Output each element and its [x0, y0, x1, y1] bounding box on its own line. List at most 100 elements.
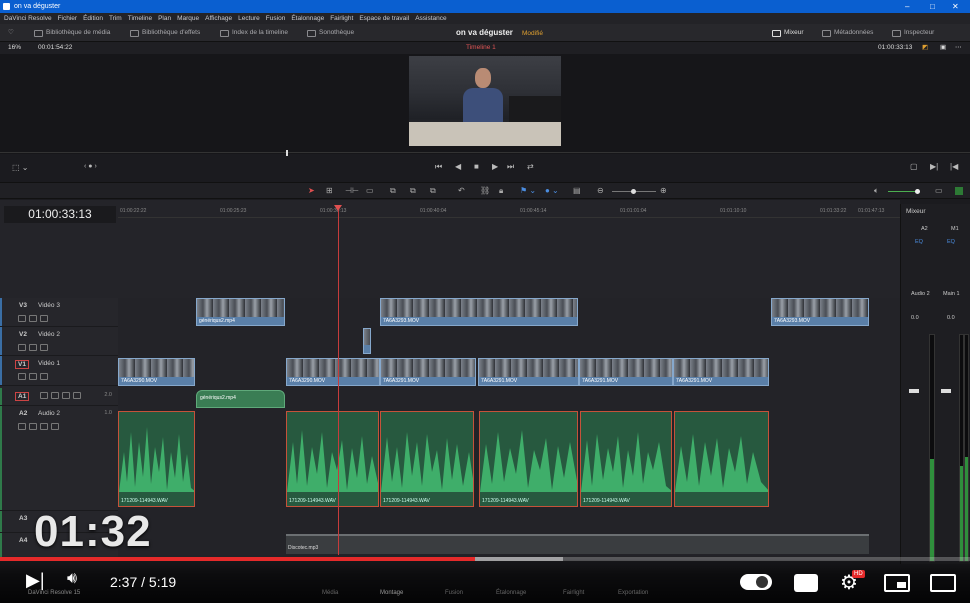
lock-track-icon[interactable] [40, 392, 48, 399]
track-visibility-icon[interactable] [40, 315, 48, 322]
menu-edit[interactable]: Édition [83, 15, 103, 22]
solo-icon[interactable] [62, 392, 70, 399]
track-header-v2[interactable]: V2 Vidéo 2 [0, 327, 118, 356]
volume-knob[interactable] [915, 189, 920, 194]
lock-track-icon[interactable] [18, 373, 26, 380]
menu-file[interactable]: Fichier [58, 15, 78, 22]
menu-timeline[interactable]: Timeline [128, 15, 152, 22]
solo-icon[interactable] [40, 423, 48, 430]
speaker-icon[interactable]: 🔈︎ [874, 186, 879, 196]
auto-select-icon[interactable] [29, 344, 37, 351]
viewer-option-icon[interactable]: ◩ [922, 42, 928, 54]
insert-clip-icon[interactable]: ⧉ [390, 186, 396, 196]
tab-deliver[interactable]: Exportation [618, 590, 648, 596]
close-button[interactable]: ✕ [952, 0, 959, 13]
track-header-v1[interactable]: V1 Vidéo 1 [0, 356, 118, 386]
audio-clip[interactable]: 171209-114943.WAV [380, 411, 474, 507]
heart-icon[interactable]: ♡ [8, 24, 14, 42]
video-clip[interactable]: 7A6A3291.MOV [380, 358, 476, 386]
video-clip[interactable]: 7A6A3291.MOV [579, 358, 673, 386]
video-frame[interactable] [409, 56, 561, 146]
flag-icon[interactable]: ⚑ ⌄ [520, 186, 536, 195]
menu-help[interactable]: Assistance [415, 15, 446, 22]
maximize-button[interactable]: □ [930, 0, 935, 13]
dynamic-trim-icon[interactable]: ▭ [366, 186, 374, 195]
timeline-selector[interactable]: Timeline 1 [466, 42, 496, 54]
volume-icon[interactable]: 🔊︎ [67, 570, 77, 588]
overwrite-clip-icon[interactable]: ⧉ [410, 186, 416, 196]
blade-mode-icon[interactable]: ⊣⊢ [345, 186, 359, 195]
menu-workspace[interactable]: Espace de travail [359, 15, 409, 22]
fader-main[interactable] [941, 389, 951, 393]
stop-icon[interactable]: ■ [474, 162, 479, 171]
track-header-a1[interactable]: A1 2.0 [0, 388, 118, 406]
video-clip[interactable]: 7A6A3293.MOV [380, 298, 578, 326]
effects-library-button[interactable]: Bibliothèque d'effets [130, 24, 200, 42]
minimize-button[interactable]: – [905, 0, 909, 13]
zoom-in-icon[interactable]: ⊕ [660, 186, 667, 195]
audio-clip[interactable]: 171209-114943.WAV [580, 411, 672, 507]
track-header-v3[interactable]: V3 Vidéo 3 [0, 298, 118, 327]
audio-clip[interactable]: génériqus2.mp4 [196, 390, 285, 408]
tab-fairlight[interactable]: Fairlight [563, 590, 584, 596]
scrubber-handle[interactable] [286, 150, 288, 156]
play-icon[interactable]: ▶ [492, 162, 498, 171]
autoplay-toggle[interactable] [740, 574, 772, 590]
track-visibility-icon[interactable] [40, 373, 48, 380]
next-edit-icon[interactable]: ▶| [930, 162, 938, 171]
metadata-button[interactable]: Métadonnées [822, 24, 873, 42]
eq-a2[interactable]: EQ [915, 239, 923, 245]
replace-clip-icon[interactable]: ⧉ [430, 186, 436, 196]
selection-tool-icon[interactable]: ➤ [308, 186, 315, 195]
video-clip[interactable]: 7A6A3291.MOV [478, 358, 579, 386]
auto-select-icon[interactable] [29, 373, 37, 380]
audio-clip[interactable]: 171209-114943.WAV [118, 411, 195, 507]
menu-view[interactable]: Affichage [205, 15, 232, 22]
viewer-layout-icon[interactable]: ▣ [940, 42, 946, 54]
more-options-icon[interactable]: ⋯ [955, 42, 962, 54]
tab-color[interactable]: Étalonnage [496, 590, 526, 596]
menu-fusion[interactable]: Fusion [266, 15, 286, 22]
lock-icon[interactable]: 🔒︎ [499, 186, 503, 196]
safe-area-icon[interactable]: ⬚ ⌄ [12, 163, 28, 172]
mute-icon[interactable] [51, 423, 59, 430]
menu-davinci[interactable]: DaVinci Resolve [4, 15, 52, 22]
play-reverse-icon[interactable]: ◀ [455, 162, 461, 171]
auto-select-icon[interactable] [29, 423, 37, 430]
audio-clip[interactable]: 171209-114943.WAV [479, 411, 578, 507]
snapping-icon[interactable]: ↶ [458, 186, 465, 195]
next-video-icon[interactable]: ▶| [26, 570, 45, 591]
tab-media[interactable]: Média [322, 590, 338, 596]
timeline-index-button[interactable]: Index de la timeline [220, 24, 288, 42]
menu-trim[interactable]: Trim [109, 15, 122, 22]
mute-icon[interactable] [73, 392, 81, 399]
fader-a2[interactable] [909, 389, 919, 393]
zoom-slider-knob[interactable] [631, 189, 636, 194]
theater-mode-icon[interactable] [930, 574, 956, 592]
playhead[interactable] [334, 205, 342, 555]
eq-m1[interactable]: EQ [947, 239, 955, 245]
miniplayer-icon[interactable] [884, 574, 910, 592]
match-frame-icon[interactable]: ▢ [910, 162, 918, 171]
prev-edit-icon[interactable]: |◀ [950, 162, 958, 171]
lock-track-icon[interactable] [18, 315, 26, 322]
sound-library-button[interactable]: Sonothèque [307, 24, 354, 42]
inspector-button[interactable]: Inspecteur [892, 24, 934, 42]
track-visibility-icon[interactable] [40, 344, 48, 351]
lock-track-icon[interactable] [18, 423, 26, 430]
tab-fusion[interactable]: Fusion [445, 590, 463, 596]
audio-clip[interactable] [674, 411, 769, 507]
auto-select-icon[interactable] [29, 315, 37, 322]
subtitles-icon[interactable] [794, 574, 818, 592]
menu-clip[interactable]: Plan [158, 15, 171, 22]
loop-icon[interactable]: ⇄ [527, 162, 534, 171]
progress-bar[interactable] [0, 557, 970, 561]
video-clip[interactable]: 7A6A3290.MOV [286, 358, 380, 386]
menu-mark[interactable]: Marque [177, 15, 199, 22]
go-to-start-icon[interactable]: ⏮ [435, 162, 442, 172]
video-clip[interactable]: 7A6A3293.MOV [771, 298, 869, 326]
menu-color[interactable]: Étalonnage [291, 15, 324, 22]
lock-track-icon[interactable] [18, 344, 26, 351]
timeline-tracks[interactable]: génériqus2.mp4 7A6A3293.MOV 7A6A3293.MOV… [118, 298, 900, 560]
link-icon[interactable]: ⛓ [480, 186, 490, 195]
